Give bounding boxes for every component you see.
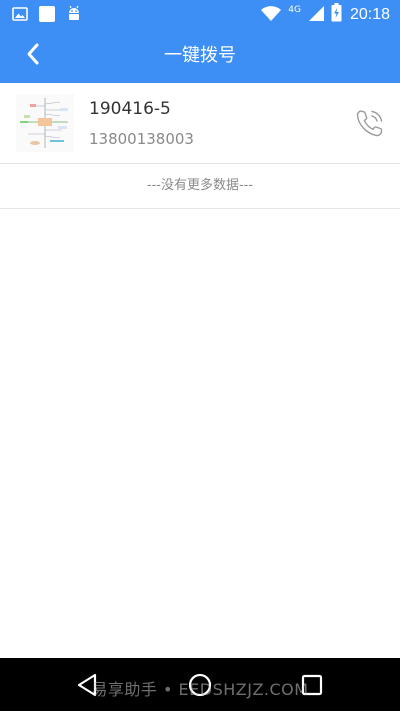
back-triangle-icon <box>75 673 101 702</box>
contact-name: 190416-5 <box>89 99 171 119</box>
app-square-icon <box>38 5 56 27</box>
phone-call-icon <box>354 110 386 143</box>
page-title: 一键拨号 <box>164 45 236 66</box>
image-icon <box>12 6 28 26</box>
app-header: 一键拨号 <box>0 28 400 83</box>
mindmap-thumbnail <box>16 94 74 152</box>
list-end-message: ---没有更多数据--- <box>0 164 400 209</box>
recents-square-icon <box>299 674 325 702</box>
signal-icon <box>307 4 325 26</box>
contact-list-item[interactable]: 190416-5 13800138003 <box>0 83 400 164</box>
wifi-icon <box>260 4 282 26</box>
call-button[interactable] <box>354 107 386 139</box>
contact-phone: 13800138003 <box>89 130 194 148</box>
status-bar-system: 4G 20:18 <box>260 3 390 26</box>
network-type-label: 4G <box>288 4 301 15</box>
screen: 4G 20:18 一键拨号 190416-5 13800138003 ---没有… <box>0 0 400 711</box>
nav-back-button[interactable] <box>75 672 101 698</box>
nav-home-button[interactable] <box>187 672 213 698</box>
system-nav-bar <box>0 658 400 711</box>
status-time: 20:18 <box>349 5 390 23</box>
chevron-left-icon <box>25 42 41 70</box>
nav-recents-button[interactable] <box>299 672 325 698</box>
android-icon <box>66 5 82 27</box>
home-circle-icon <box>187 673 213 702</box>
back-button[interactable] <box>18 41 48 71</box>
battery-icon <box>331 3 342 26</box>
status-bar-notifications <box>12 5 82 27</box>
status-bar: 4G 20:18 <box>0 0 400 28</box>
